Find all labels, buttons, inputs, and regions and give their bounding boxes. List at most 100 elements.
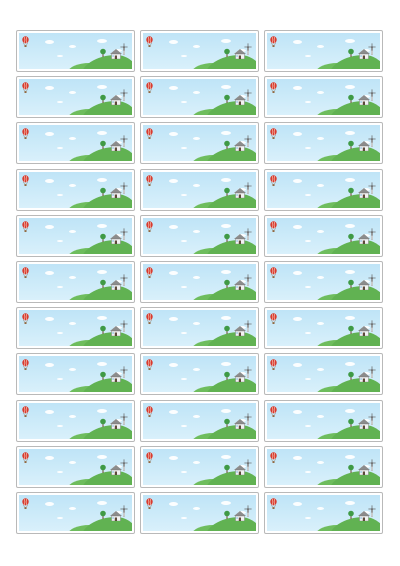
landscape-illustration	[19, 171, 132, 208]
cloud-icon	[57, 332, 63, 335]
label-card	[264, 30, 383, 72]
cloud-icon	[317, 322, 324, 326]
landscape-illustration	[267, 125, 380, 162]
hot-air-balloon-icon	[22, 128, 29, 140]
green-hill	[204, 55, 256, 69]
green-hill	[80, 285, 132, 300]
tree-icon	[348, 372, 354, 381]
label-card	[16, 399, 135, 442]
cloud-icon	[305, 193, 311, 196]
label-card	[140, 76, 259, 119]
landscape-illustration	[143, 402, 256, 439]
windmill-icon	[368, 274, 376, 286]
landscape-illustration	[19, 356, 132, 393]
hot-air-balloon-icon	[270, 82, 277, 94]
tree-icon	[100, 510, 106, 519]
hot-air-balloon-icon	[270, 405, 277, 417]
green-hill	[328, 378, 380, 393]
green-hill	[328, 55, 380, 69]
cloud-icon	[345, 454, 355, 459]
landscape-illustration	[19, 33, 132, 69]
label-card	[140, 399, 259, 442]
cloud-icon	[169, 86, 178, 91]
green-hill	[328, 239, 380, 254]
cloud-icon	[221, 316, 231, 321]
cloud-icon	[57, 101, 63, 104]
cloud-icon	[45, 178, 54, 183]
windmill-icon	[120, 505, 128, 517]
tree-icon	[100, 48, 106, 57]
cloud-icon	[181, 193, 187, 196]
cloud-icon	[57, 516, 63, 519]
windmill-icon	[244, 366, 252, 379]
green-hill	[328, 424, 380, 439]
cloud-icon	[345, 316, 355, 321]
cloud-icon	[221, 131, 231, 136]
label-card	[264, 122, 383, 165]
landscape-illustration	[143, 33, 256, 69]
landscape-illustration	[267, 494, 380, 531]
hot-air-balloon-icon	[146, 82, 153, 94]
hot-air-balloon-icon	[146, 313, 153, 325]
tree-icon	[224, 233, 230, 242]
cloud-icon	[317, 137, 324, 141]
cloud-icon	[345, 85, 355, 90]
cloud-icon	[57, 470, 63, 473]
hot-air-balloon-icon	[22, 36, 29, 47]
cloud-icon	[169, 409, 178, 414]
cloud-icon	[345, 131, 355, 136]
cloud-icon	[169, 270, 178, 275]
cloud-icon	[57, 378, 63, 381]
tree-icon	[224, 325, 230, 335]
cloud-icon	[193, 368, 200, 372]
cloud-icon	[69, 322, 76, 326]
windmill-icon	[120, 135, 128, 148]
landscape-illustration	[267, 171, 380, 208]
tree-icon	[348, 187, 354, 196]
cloud-icon	[57, 147, 63, 150]
cloud-icon	[181, 147, 187, 150]
hot-air-balloon-icon	[22, 82, 29, 94]
hot-air-balloon-icon	[146, 220, 153, 232]
cloud-icon	[293, 178, 302, 183]
hot-air-balloon-icon	[22, 313, 29, 325]
cloud-icon	[305, 55, 311, 57]
cloud-icon	[69, 275, 76, 279]
landscape-illustration	[19, 310, 132, 347]
cloud-icon	[193, 414, 200, 418]
windmill-icon	[120, 320, 128, 333]
windmill-icon	[120, 181, 128, 194]
hot-air-balloon-icon	[270, 313, 277, 325]
landscape-illustration	[267, 79, 380, 116]
landscape-illustration	[267, 402, 380, 439]
cloud-icon	[181, 332, 187, 335]
cloud-icon	[69, 506, 76, 510]
cloud-icon	[45, 270, 54, 275]
cloud-icon	[193, 137, 200, 141]
windmill-icon	[244, 89, 252, 102]
windmill-icon	[120, 459, 128, 471]
hot-air-balloon-icon	[22, 451, 29, 463]
tree-icon	[348, 279, 354, 288]
green-hill	[204, 378, 256, 393]
cloud-icon	[221, 500, 231, 505]
landscape-illustration	[19, 494, 132, 531]
cloud-icon	[181, 516, 187, 519]
label-card	[16, 491, 135, 534]
hot-air-balloon-icon	[270, 267, 277, 278]
landscape-illustration	[19, 125, 132, 162]
cloud-icon	[193, 45, 200, 48]
tree-icon	[348, 141, 354, 150]
cloud-icon	[57, 424, 63, 427]
tree-icon	[100, 233, 106, 242]
label-card	[140, 445, 259, 488]
green-hill	[204, 470, 256, 485]
label-card	[264, 260, 383, 303]
green-hill	[80, 516, 132, 531]
cloud-icon	[345, 500, 355, 505]
cloud-icon	[305, 332, 311, 335]
windmill-icon	[120, 412, 128, 425]
tree-icon	[348, 48, 354, 57]
windmill-icon	[244, 459, 252, 471]
green-hill	[328, 470, 380, 485]
